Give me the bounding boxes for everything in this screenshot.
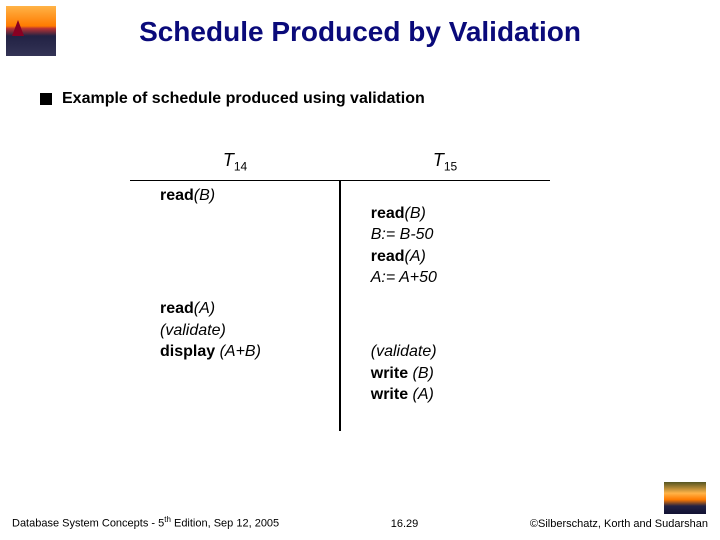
t15-op-write-b: write (B) [371,363,542,385]
column-t14: read(B) read(A) (validate) display (A+B) [130,181,339,431]
footer: Database System Concepts - 5th Edition, … [0,515,720,530]
t15-op-assign-a: A:= A+50 [371,267,542,289]
page-title: Schedule Produced by Validation [0,16,720,48]
t14-op-validate: (validate) [160,320,331,342]
t15-op-read-a: read(A) [371,246,542,268]
t15-op-write-a: write (A) [371,384,542,406]
header-t14: T14 [130,150,340,174]
header-t15-label: T [433,150,444,170]
t14-op-read-a: read(A) [160,298,331,320]
footer-center: 16.29 [391,518,419,530]
column-t15: read(B) B:= B-50 read(A) A:= A+50 (valid… [341,181,550,431]
schedule-headers: T14 T15 [130,150,550,181]
square-bullet-icon [40,93,52,105]
footer-left-sup: th [164,515,171,524]
schedule-table: T14 T15 read(B) read(A) (validate) displ… [130,150,550,431]
schedule-body: read(B) read(A) (validate) display (A+B)… [130,181,550,431]
t15-op-validate: (validate) [371,341,542,363]
footer-left-b: Edition, Sep 12, 2005 [171,518,279,530]
bullet-item: Example of schedule produced using valid… [40,90,425,108]
footer-right: ©Silberschatz, Korth and Sudarshan [530,518,708,530]
t15-op-read-b: read(B) [371,203,542,225]
header-t14-label: T [223,150,234,170]
bullet-text: Example of schedule produced using valid… [62,90,425,108]
header-t15-sub: 15 [444,160,457,174]
t14-op-read-b: read(B) [160,185,331,207]
t14-op-display: display (A+B) [160,341,331,363]
footer-left-a: Database System Concepts - 5 [12,518,164,530]
header-t14-sub: 14 [234,160,247,174]
footer-left: Database System Concepts - 5th Edition, … [12,515,279,530]
sunset-logo-icon [664,482,706,514]
t15-op-assign-b: B:= B-50 [371,224,542,246]
header-t15: T15 [340,150,550,174]
